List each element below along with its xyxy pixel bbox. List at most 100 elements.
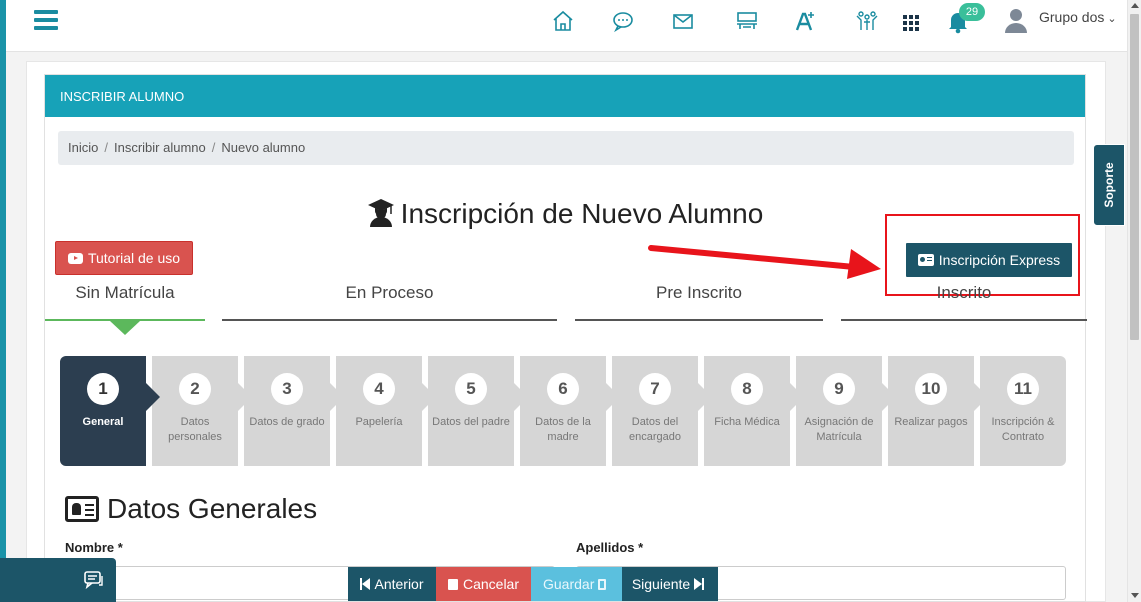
youtube-icon — [67, 252, 83, 264]
step-number: 1 — [87, 373, 119, 405]
user-menu[interactable]: Grupo dos ⌄ — [1039, 9, 1117, 25]
step-label: Datos del padre — [432, 416, 510, 428]
step-label: Datos de grado — [249, 416, 325, 428]
save-button-label: Guardar — [543, 576, 595, 592]
apellidos-label: Apellidos * — [576, 540, 644, 555]
status-tab-en-proceso[interactable]: En Proceso — [222, 283, 557, 321]
step-number: 3 — [271, 373, 303, 405]
classroom-icon[interactable] — [734, 8, 760, 34]
chat-bubble-icon[interactable] — [610, 8, 636, 34]
wizard-actions: Anterior Cancelar Guardar Siguiente — [348, 567, 718, 601]
cancel-button-label: Cancelar — [462, 576, 519, 592]
step-datos-padre[interactable]: 5 Datos del padre — [428, 356, 528, 466]
step-arrow — [146, 383, 160, 411]
graduate-icon — [367, 197, 395, 227]
step-number: 8 — [731, 373, 763, 405]
step-number: 9 — [823, 373, 855, 405]
step-general[interactable]: 1 General — [60, 356, 160, 466]
step-number: 6 — [547, 373, 579, 405]
scrollbar-thumb[interactable] — [1130, 14, 1139, 340]
stop-icon — [448, 578, 458, 590]
step-arrow — [422, 383, 436, 411]
next-button[interactable]: Siguiente — [622, 567, 718, 601]
step-label: Datos de la madre — [535, 416, 591, 443]
hamburger-menu-icon[interactable] — [34, 10, 58, 34]
step-number: 7 — [639, 373, 671, 405]
step-datos-personales[interactable]: 2 Datos personales — [152, 356, 252, 466]
step-arrow — [606, 383, 620, 411]
status-tab-underline — [222, 319, 557, 321]
step-arrow — [698, 383, 712, 411]
step-label: Datos del encargado — [629, 416, 681, 443]
status-tab-underline — [841, 319, 1087, 321]
status-tab-label: Sin Matrícula — [75, 283, 175, 302]
font-plus-icon[interactable] — [792, 8, 818, 34]
save-button[interactable]: Guardar — [531, 567, 622, 601]
status-tab-label: Inscrito — [936, 283, 992, 302]
step-number: 2 — [179, 373, 211, 405]
chat-icon — [84, 571, 103, 590]
home-icon[interactable] — [550, 8, 576, 34]
status-tab-inscrito[interactable]: Inscrito — [841, 283, 1087, 321]
step-realizar-pagos[interactable]: 10 Realizar pagos — [888, 356, 988, 466]
step-label: Asignación de Matrícula — [804, 416, 874, 443]
floppy-disk-icon — [598, 578, 606, 590]
notification-badge: 29 — [959, 3, 985, 21]
vertical-scrollbar[interactable] — [1127, 0, 1141, 602]
step-number: 4 — [363, 373, 395, 405]
breadcrumb-separator: / — [211, 140, 216, 155]
step-arrow — [514, 383, 528, 411]
step-number: 5 — [455, 373, 487, 405]
user-name-label: Grupo dos — [1039, 9, 1105, 25]
next-button-label: Siguiente — [631, 576, 691, 592]
card-header: INSCRIBIR ALUMNO — [45, 75, 1085, 117]
left-sidebar-strip — [0, 0, 6, 602]
step-inscripcion-contrato[interactable]: 11 Inscripción & Contrato — [980, 356, 1066, 466]
status-tab-label: Pre Inscrito — [656, 283, 742, 302]
step-forward-icon — [694, 578, 705, 590]
chat-button[interactable] — [0, 558, 116, 602]
id-card-icon — [65, 496, 99, 522]
step-arrow — [238, 383, 252, 411]
step-label: Ficha Médica — [714, 416, 780, 428]
step-arrow — [330, 383, 344, 411]
section-title-text: Datos Generales — [107, 493, 318, 524]
user-avatar-icon[interactable] — [1003, 6, 1029, 34]
previous-button[interactable]: Anterior — [348, 567, 436, 601]
breadcrumb-separator: / — [104, 140, 108, 155]
step-datos-encargado[interactable]: 7 Datos del encargado — [612, 356, 712, 466]
enroll-student-card: INSCRIBIR ALUMNO Inicio / Inscribir alum… — [44, 74, 1087, 602]
step-asignacion-matricula[interactable]: 9 Asignación de Matrícula — [796, 356, 896, 466]
annotation-arrow — [648, 245, 881, 279]
tutorial-button[interactable]: Tutorial de uso — [55, 241, 193, 275]
breadcrumb-item-inicio[interactable]: Inicio — [68, 140, 98, 156]
breadcrumb-item-nuevo: Nuevo alumno — [221, 140, 306, 155]
scroll-up-arrow-icon[interactable] — [1131, 3, 1139, 8]
step-arrow — [790, 383, 804, 411]
status-tab-underline — [575, 319, 823, 321]
step-datos-grado[interactable]: 3 Datos de grado — [244, 356, 344, 466]
mail-icon[interactable] — [670, 8, 696, 34]
step-label: Realizar pagos — [894, 416, 968, 428]
chevron-down-icon: ⌄ — [1107, 13, 1117, 25]
step-arrow — [882, 383, 896, 411]
step-ficha-medica[interactable]: 8 Ficha Médica — [704, 356, 804, 466]
breadcrumb-item-inscribir[interactable]: Inscribir alumno — [114, 140, 206, 156]
page-title-text: Inscripción de Nuevo Alumno — [400, 198, 764, 229]
step-label: Datos personales — [168, 416, 222, 443]
section-title: Datos Generales — [65, 493, 317, 525]
step-papeleria[interactable]: 4 Papelería — [336, 356, 436, 466]
step-arrow — [974, 383, 988, 411]
scroll-down-arrow-icon[interactable] — [1131, 593, 1139, 598]
cancel-button[interactable]: Cancelar — [436, 567, 531, 601]
step-label: General — [82, 416, 124, 428]
status-tab-sin-matricula[interactable]: Sin Matrícula — [45, 283, 205, 335]
step-datos-madre[interactable]: 6 Datos de la madre — [520, 356, 620, 466]
people-icon[interactable] — [854, 8, 880, 34]
active-tab-pointer — [110, 321, 140, 335]
tutorial-button-label: Tutorial de uso — [87, 250, 181, 266]
apps-grid-icon[interactable] — [903, 15, 919, 31]
breadcrumb: Inicio / Inscribir alumno / Nuevo alumno — [58, 131, 1074, 165]
status-tab-pre-inscrito[interactable]: Pre Inscrito — [575, 283, 823, 321]
soporte-tab[interactable]: Soporte — [1093, 144, 1125, 226]
